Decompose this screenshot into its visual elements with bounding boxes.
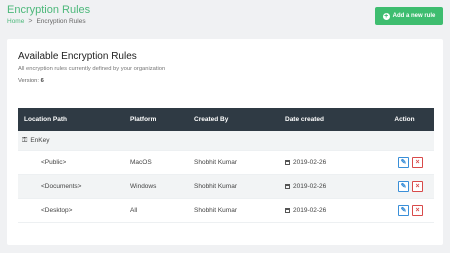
version-value: 6 (40, 78, 44, 84)
cell-platform: MacOS (130, 159, 152, 166)
calendar-icon (285, 208, 290, 213)
cell-created-by: Shobhit Kumar (194, 207, 237, 214)
column-header-action: Action (394, 116, 415, 123)
pencil-icon: ✎ (400, 207, 407, 214)
table-row: <Public> MacOS Shobhit Kumar 2019-02-26 … (18, 151, 434, 175)
card-subtitle: All encryption rules currently defined b… (18, 66, 166, 72)
cell-platform: All (130, 207, 138, 214)
close-icon: × (415, 183, 420, 190)
edit-button[interactable]: ✎ (398, 181, 409, 192)
delete-button[interactable]: × (412, 181, 423, 192)
column-header-date: Date created (285, 116, 325, 123)
page-title: Encryption Rules (7, 4, 91, 16)
cell-location: <Public> (41, 159, 67, 166)
calendar-icon (285, 184, 290, 189)
cell-platform: Windows (130, 183, 157, 190)
add-rule-label: Add a new rule (392, 13, 436, 19)
edit-button[interactable]: ✎ (398, 205, 409, 216)
column-header-platform: Platform (130, 116, 157, 123)
version-info: Version: 6 (18, 78, 44, 84)
cell-created-by: Shobhit Kumar (194, 183, 237, 190)
column-header-created-by: Created By (194, 116, 229, 123)
cell-created-by: Shobhit Kumar (194, 159, 237, 166)
calendar-icon (285, 160, 290, 165)
cell-date: 2019-02-26 (285, 183, 375, 190)
breadcrumb-separator: > (28, 18, 33, 25)
breadcrumb-home-link[interactable]: Home (7, 18, 24, 25)
breadcrumb: Home > Encryption Rules (7, 18, 86, 25)
add-rule-button[interactable]: + Add a new rule (375, 7, 443, 25)
group-label: EnKey (30, 137, 50, 144)
cell-location: <Desktop> (41, 207, 73, 214)
cell-date: 2019-02-26 (285, 159, 375, 166)
plus-circle-icon: + (382, 12, 390, 20)
rules-table: Location Path Platform Created By Date c… (18, 108, 434, 223)
cell-actions: ✎ × (375, 181, 434, 192)
table-header: Location Path Platform Created By Date c… (18, 108, 434, 131)
card-title: Available Encryption Rules (18, 51, 137, 62)
group-row[interactable]: ⚿ EnKey (18, 131, 434, 151)
cell-date: 2019-02-26 (285, 207, 375, 214)
delete-button[interactable]: × (412, 205, 423, 216)
delete-button[interactable]: × (412, 157, 423, 168)
breadcrumb-current: Encryption Rules (36, 18, 86, 25)
pencil-icon: ✎ (400, 159, 407, 166)
cell-location: <Documents> (41, 183, 82, 190)
version-label: Version: (18, 78, 39, 84)
date-value: 2019-02-26 (293, 207, 327, 214)
cell-actions: ✎ × (375, 205, 434, 216)
date-value: 2019-02-26 (293, 183, 327, 190)
column-header-location: Location Path (24, 116, 67, 123)
table-row: <Desktop> All Shobhit Kumar 2019-02-26 ✎… (18, 199, 434, 223)
date-value: 2019-02-26 (293, 159, 327, 166)
key-icon: ⚿ (22, 136, 28, 144)
close-icon: × (415, 159, 420, 166)
rules-card: Available Encryption Rules All encryptio… (7, 39, 443, 245)
edit-button[interactable]: ✎ (398, 157, 409, 168)
close-icon: × (415, 207, 420, 214)
pencil-icon: ✎ (400, 183, 407, 190)
cell-actions: ✎ × (375, 157, 434, 168)
table-row: <Documents> Windows Shobhit Kumar 2019-0… (18, 175, 434, 199)
